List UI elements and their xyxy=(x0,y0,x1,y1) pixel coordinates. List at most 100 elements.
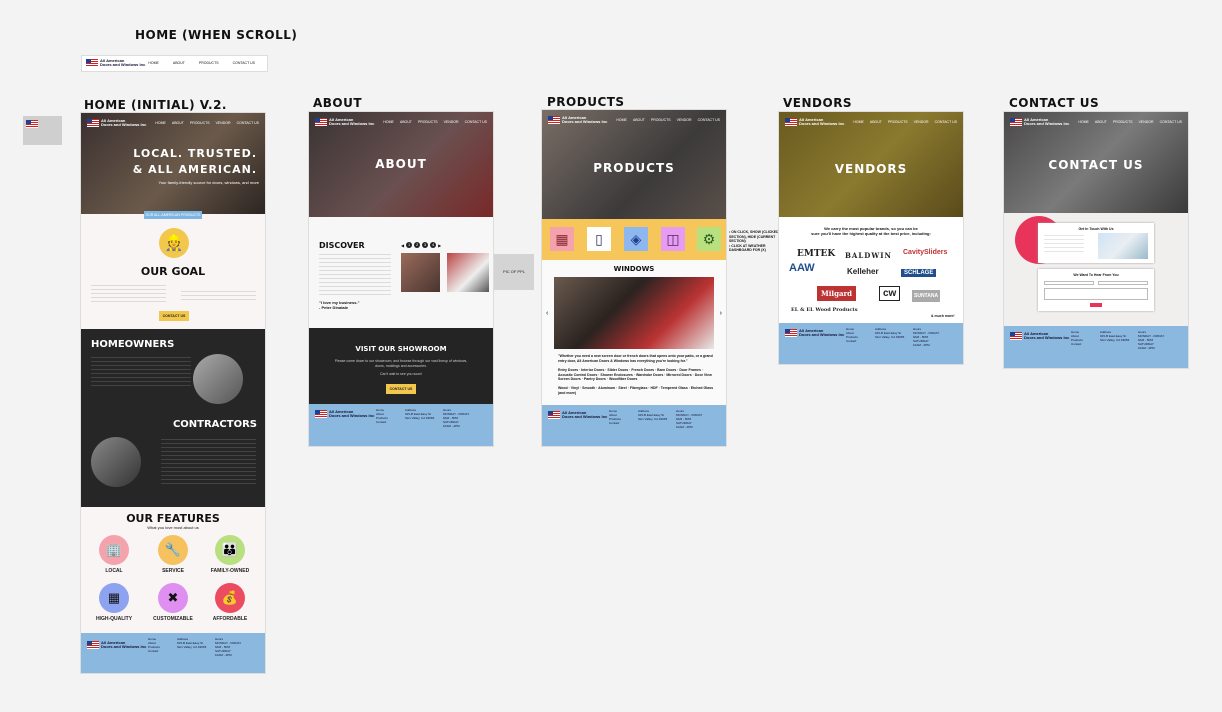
logo[interactable]: All American Doors and Windows Inc xyxy=(86,59,145,67)
nav-vendor[interactable]: VENDOR xyxy=(914,120,929,124)
nav-vendor[interactable]: VENDOR xyxy=(216,121,231,125)
nav-contact[interactable]: CONTACT US xyxy=(935,120,957,124)
logo[interactable]: All American Doors and Windows Inc xyxy=(785,329,844,337)
footer-hours: Hours MONDAY - FRIDAY 9AM - 5PM SATURDAY 10A… xyxy=(215,637,242,657)
footer-links: Home About Products Contact xyxy=(148,637,160,653)
homeowners-text xyxy=(91,357,191,387)
nav-about[interactable]: ABOUT xyxy=(1095,120,1107,124)
showroom-contact-button[interactable]: CONTACT US xyxy=(386,384,416,394)
vendors-footer: All American Doors and Windows Inc Home Ab… xyxy=(779,323,963,364)
nav-about[interactable]: ABOUT xyxy=(173,61,185,65)
products-hero-title: PRODUCTS xyxy=(593,161,675,175)
footer-hours: Hours MONDAY - FRIDAY 9AM - 5PM SATURDAY 10A… xyxy=(443,408,470,428)
nav-home[interactable]: HOME xyxy=(155,121,166,125)
message-field[interactable] xyxy=(1044,288,1148,300)
feature-high-quality: ▦ HIGH-QUALITY xyxy=(92,583,136,622)
feature-service: 🔧 SERVICE xyxy=(151,535,195,574)
logo[interactable]: All American Doors and Windows Inc xyxy=(548,411,607,419)
nav-contact[interactable]: CONTACT US xyxy=(465,120,487,124)
window-icon[interactable]: ▦ xyxy=(550,227,574,251)
logo[interactable]: All American Doors and Windows Inc xyxy=(315,410,374,418)
home-footer: All American Doors and Windows Inc Home Ab… xyxy=(81,633,265,673)
vendor-baldwin: BALDWIN xyxy=(845,251,892,260)
footer-address: Address 915-B East Easy St Simi Valley, CA… xyxy=(1100,330,1130,342)
arrow-right-icon[interactable]: ▶ xyxy=(438,243,441,248)
flag-icon xyxy=(315,118,327,126)
name-field[interactable] xyxy=(1044,281,1094,285)
nav-home[interactable]: HOME xyxy=(853,120,864,124)
nav-contact[interactable]: CONTACT US xyxy=(237,121,259,125)
feature-affordable: 💰 AFFORDABLE xyxy=(208,583,252,622)
nav-vendor[interactable]: VENDOR xyxy=(1139,120,1154,124)
nav-contact[interactable]: CONTACT US xyxy=(233,61,255,65)
footer-links: Home About Products Contact xyxy=(846,327,858,343)
vendors-page-frame: All American Doors and Windows Inc HOME A… xyxy=(779,112,963,364)
gear-icon[interactable]: ⚙ xyxy=(697,227,721,251)
products-annotation: • ON CLICK, SHOW (CLICKED SECTION), HIDE… xyxy=(729,230,779,252)
contact-hero-title: CONTACT US xyxy=(1048,158,1144,172)
about-page-frame: All American Doors and Windows Inc HOME A… xyxy=(309,112,493,446)
logo[interactable]: All American Doors and Windows Inc xyxy=(87,641,146,649)
goal-title: OUR GOAL xyxy=(140,265,206,278)
arrow-left-icon[interactable]: ◀ xyxy=(401,243,404,248)
logo[interactable]: All American Doors and Windows Inc xyxy=(785,118,844,126)
nav-contact[interactable]: CONTACT US xyxy=(698,118,720,122)
nav-vendor[interactable]: VENDOR xyxy=(677,118,692,122)
nav-home[interactable]: HOME xyxy=(148,61,159,65)
contact-hero: All American Doors and Windows Inc HOME A… xyxy=(1004,112,1188,213)
nav-about[interactable]: ABOUT xyxy=(633,118,645,122)
worker-icon: 👷 xyxy=(159,228,189,258)
door-icon[interactable]: ▯ xyxy=(587,227,611,251)
logo[interactable]: All American Doors and Windows Inc xyxy=(1010,118,1069,126)
vendors-intro: We carry the most popular brands, so you… xyxy=(811,226,931,236)
carousel-next-icon[interactable]: › xyxy=(720,310,722,317)
logo[interactable]: All American Doors and Windows Inc xyxy=(548,116,607,124)
label-vendors: VENDORS xyxy=(783,96,853,110)
layers-icon[interactable]: ◈ xyxy=(624,227,648,251)
windows-title: WINDOWS xyxy=(613,265,655,273)
send-button[interactable] xyxy=(1090,303,1102,307)
flag-icon xyxy=(1010,332,1022,340)
nav-products[interactable]: PRODUCTS xyxy=(888,120,908,124)
nav-products[interactable]: PRODUCTS xyxy=(199,61,219,65)
building-icon: 🏢 xyxy=(99,535,129,565)
email-field[interactable] xyxy=(1098,281,1148,285)
nav-about[interactable]: ABOUT xyxy=(172,121,184,125)
discover-image-2 xyxy=(447,253,489,292)
products-ribbon[interactable]: OUR ALL-AMERICAN PRODUCTS xyxy=(144,211,202,219)
nav-about[interactable]: ABOUT xyxy=(870,120,882,124)
vendors-hero-title: VENDORS xyxy=(834,162,908,176)
features-subtitle: What you love most about us xyxy=(147,525,199,530)
nav-products[interactable]: PRODUCTS xyxy=(1113,120,1133,124)
vendor-milgard: Milgard xyxy=(817,286,857,301)
location-map[interactable] xyxy=(1098,233,1148,259)
nav-contact[interactable]: CONTACT US xyxy=(1160,120,1182,124)
flag-icon xyxy=(785,329,797,337)
home-contact-button[interactable]: CONTACT US xyxy=(159,311,189,321)
products-material-list: Wood · Vinyl · Smooth · Aluminum · Steel… xyxy=(558,386,714,395)
vendor-cavitysliders: CavitySliders xyxy=(903,249,948,256)
logo[interactable]: All American Doors and Windows Inc xyxy=(87,119,146,127)
category-bar: ▦ ▯ ◈ ◫ ⚙ xyxy=(542,219,726,260)
nav-vendor[interactable]: VENDOR xyxy=(444,120,459,124)
home-hero: All American Doors and Windows Inc HOME A… xyxy=(81,113,265,214)
nav-home[interactable]: HOME xyxy=(1078,120,1089,124)
carousel-prev-icon[interactable]: ‹ xyxy=(546,310,548,317)
nav-home[interactable]: HOME xyxy=(383,120,394,124)
nav-products[interactable]: PRODUCTS xyxy=(651,118,671,122)
flag-icon xyxy=(548,411,560,419)
nav-products[interactable]: PRODUCTS xyxy=(190,121,210,125)
hinge-icon[interactable]: ◫ xyxy=(661,227,685,251)
footer-links: Home About Products Contact xyxy=(609,409,621,425)
logo[interactable]: All American Doors and Windows Inc xyxy=(315,118,374,126)
footer-address: Address 915-B East Easy St Simi Valley, CA… xyxy=(177,637,207,649)
logo[interactable]: All American Doors and Windows Inc xyxy=(1010,332,1069,340)
flag-icon xyxy=(1010,118,1022,126)
nav-home[interactable]: HOME xyxy=(616,118,627,122)
contact-info-lines xyxy=(1044,235,1084,255)
nav-products[interactable]: PRODUCTS xyxy=(418,120,438,124)
discover-image-1 xyxy=(401,253,440,292)
label-home-initial: HOME (INITIAL) V.2. xyxy=(84,98,227,112)
footer-hours: Hours MONDAY - FRIDAY 9AM - 5PM SATURDAY 10A… xyxy=(1138,330,1165,350)
nav-about[interactable]: ABOUT xyxy=(400,120,412,124)
